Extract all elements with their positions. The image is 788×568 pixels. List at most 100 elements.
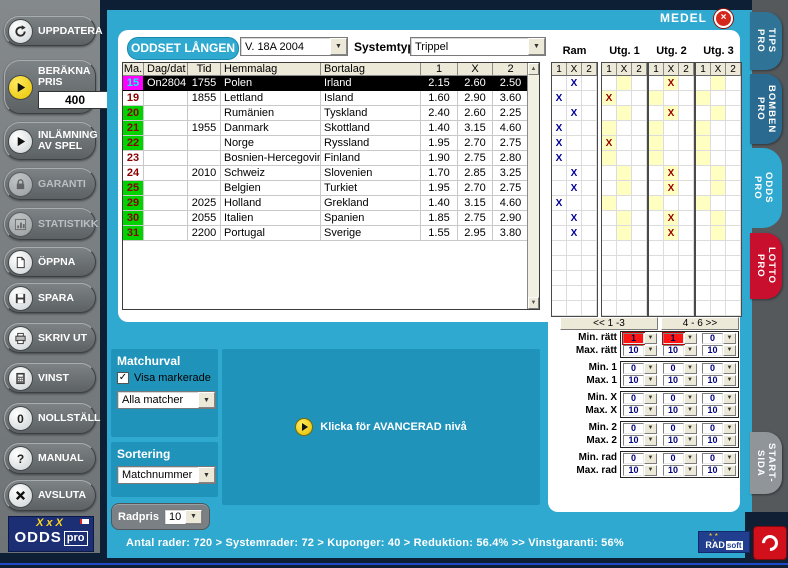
sign-cell[interactable]: X	[567, 166, 582, 181]
sign-cell[interactable]	[649, 121, 664, 136]
spara-button[interactable]: SPARA	[4, 283, 96, 313]
sign-cell[interactable]: X	[602, 136, 617, 151]
sign-cell[interactable]	[602, 286, 617, 301]
sign-row[interactable]: X	[552, 166, 597, 181]
chevron-down-icon[interactable]: ▼	[723, 405, 736, 416]
sign-row[interactable]	[696, 181, 741, 196]
sign-row[interactable]	[696, 121, 741, 136]
match-row-15[interactable]: 15On28041755PolenIrland2.152.602.50	[123, 76, 539, 91]
sign-row[interactable]: X	[552, 121, 597, 136]
sign-cell[interactable]	[679, 91, 694, 106]
sign-cell[interactable]: X	[602, 91, 617, 106]
sign-cell[interactable]	[649, 151, 664, 166]
sign-row-empty[interactable]	[552, 286, 597, 301]
sign-cell[interactable]	[726, 301, 741, 316]
sign-cell[interactable]	[649, 181, 664, 196]
sign-cell[interactable]	[567, 241, 582, 256]
sign-cell[interactable]	[696, 181, 711, 196]
sign-cell[interactable]	[696, 136, 711, 151]
sign-row[interactable]: X	[649, 181, 694, 196]
sign-row[interactable]	[602, 151, 647, 166]
sign-cell[interactable]	[602, 256, 617, 271]
sign-cell[interactable]	[664, 121, 679, 136]
chevron-down-icon[interactable]: ▼	[528, 38, 545, 55]
range-select[interactable]: 0▼	[663, 453, 697, 464]
avsluta-button[interactable]: AVSLUTA	[4, 480, 96, 511]
sign-cell[interactable]	[649, 136, 664, 151]
sign-cell[interactable]	[632, 271, 647, 286]
sign-cell[interactable]	[552, 76, 567, 91]
sign-cell[interactable]	[582, 121, 597, 136]
sign-row[interactable]: X	[552, 226, 597, 241]
sign-cell[interactable]	[711, 121, 726, 136]
nollstall-button[interactable]: 0NOLLSTÄLL	[4, 403, 96, 434]
chevron-down-icon[interactable]: ▼	[684, 375, 697, 386]
tab-start-sida[interactable]: START- SIDA	[750, 432, 782, 494]
sign-cell[interactable]	[602, 181, 617, 196]
range-select[interactable]: 10▼	[702, 465, 736, 476]
range-nav-prev-button[interactable]: << 1 -3	[560, 317, 658, 330]
sign-cell[interactable]	[664, 136, 679, 151]
sign-cell[interactable]	[696, 286, 711, 301]
sign-cell[interactable]: X	[567, 181, 582, 196]
chevron-down-icon[interactable]: ▼	[684, 465, 697, 476]
price-input[interactable]: 400	[38, 91, 112, 109]
sign-cell[interactable]	[632, 181, 647, 196]
sign-cell[interactable]	[567, 196, 582, 211]
range-select[interactable]: 0▼	[663, 423, 697, 434]
sign-cell[interactable]	[552, 181, 567, 196]
sign-cell[interactable]	[552, 241, 567, 256]
sign-cell[interactable]	[679, 226, 694, 241]
sign-cell[interactable]: X	[552, 121, 567, 136]
match-row-30[interactable]: 302055ItalienSpanien1.852.752.90	[123, 211, 539, 226]
sign-row[interactable]	[602, 76, 647, 91]
sign-cell[interactable]	[582, 181, 597, 196]
sign-cell[interactable]	[711, 256, 726, 271]
sign-row[interactable]: X	[602, 136, 647, 151]
sign-cell[interactable]: X	[552, 151, 567, 166]
radpris-select[interactable]: 10 ▼	[164, 509, 203, 525]
sign-cell[interactable]: X	[664, 106, 679, 121]
inlamning-av-spel-button[interactable]: INLÄMNING AV SPEL	[4, 122, 96, 160]
sign-cell[interactable]	[696, 166, 711, 181]
chevron-down-icon[interactable]: ▼	[723, 453, 736, 464]
sign-cell[interactable]	[567, 136, 582, 151]
chevron-down-icon[interactable]: ▼	[684, 435, 697, 446]
chevron-down-icon[interactable]: ▼	[644, 375, 657, 386]
match-filter-select[interactable]: Alla matcher ▼	[117, 391, 216, 409]
chevron-down-icon[interactable]: ▼	[723, 393, 736, 404]
berakna-pris-button[interactable]: BERÄKNA PRIS400	[4, 60, 96, 114]
sign-cell[interactable]: X	[552, 196, 567, 211]
advanced-level-button[interactable]: Klicka för AVANCERAD nivå	[222, 349, 540, 505]
sign-cell[interactable]	[567, 271, 582, 286]
sign-cell[interactable]	[617, 136, 632, 151]
match-row-20[interactable]: 20RumänienTyskland2.402.602.25	[123, 106, 539, 121]
sign-row[interactable]	[649, 121, 694, 136]
sign-cell[interactable]	[679, 211, 694, 226]
oppna-button[interactable]: ÖPPNA	[4, 247, 96, 277]
sign-cell[interactable]: X	[567, 211, 582, 226]
sign-row[interactable]	[649, 151, 694, 166]
sign-row[interactable]	[696, 151, 741, 166]
sign-row[interactable]	[696, 76, 741, 91]
sign-cell[interactable]	[679, 286, 694, 301]
tab-odds-pro[interactable]: ODDS PRO	[744, 148, 782, 228]
sign-cell[interactable]	[726, 226, 741, 241]
chevron-down-icon[interactable]: ▼	[644, 345, 657, 356]
close-icon[interactable]: ×	[714, 9, 733, 28]
sign-cell[interactable]	[552, 256, 567, 271]
tab-bomben-pro[interactable]: BOMBEN PRO	[750, 74, 782, 144]
sign-cell[interactable]	[696, 121, 711, 136]
sign-cell[interactable]	[632, 286, 647, 301]
match-row-23[interactable]: 23Bosnien-HercegovinFinland1.902.752.80	[123, 151, 539, 166]
sign-cell[interactable]	[617, 166, 632, 181]
scroll-up-icon[interactable]: ▲	[528, 63, 539, 75]
match-row-25[interactable]: 25BelgienTurkiet1.952.702.75	[123, 181, 539, 196]
sign-row-empty[interactable]	[696, 301, 741, 316]
chevron-down-icon[interactable]: ▼	[684, 453, 697, 464]
range-select[interactable]: 10▼	[702, 435, 736, 446]
sign-row[interactable]	[602, 166, 647, 181]
sign-cell[interactable]	[664, 241, 679, 256]
sign-cell[interactable]	[726, 286, 741, 301]
sign-row[interactable]	[696, 211, 741, 226]
